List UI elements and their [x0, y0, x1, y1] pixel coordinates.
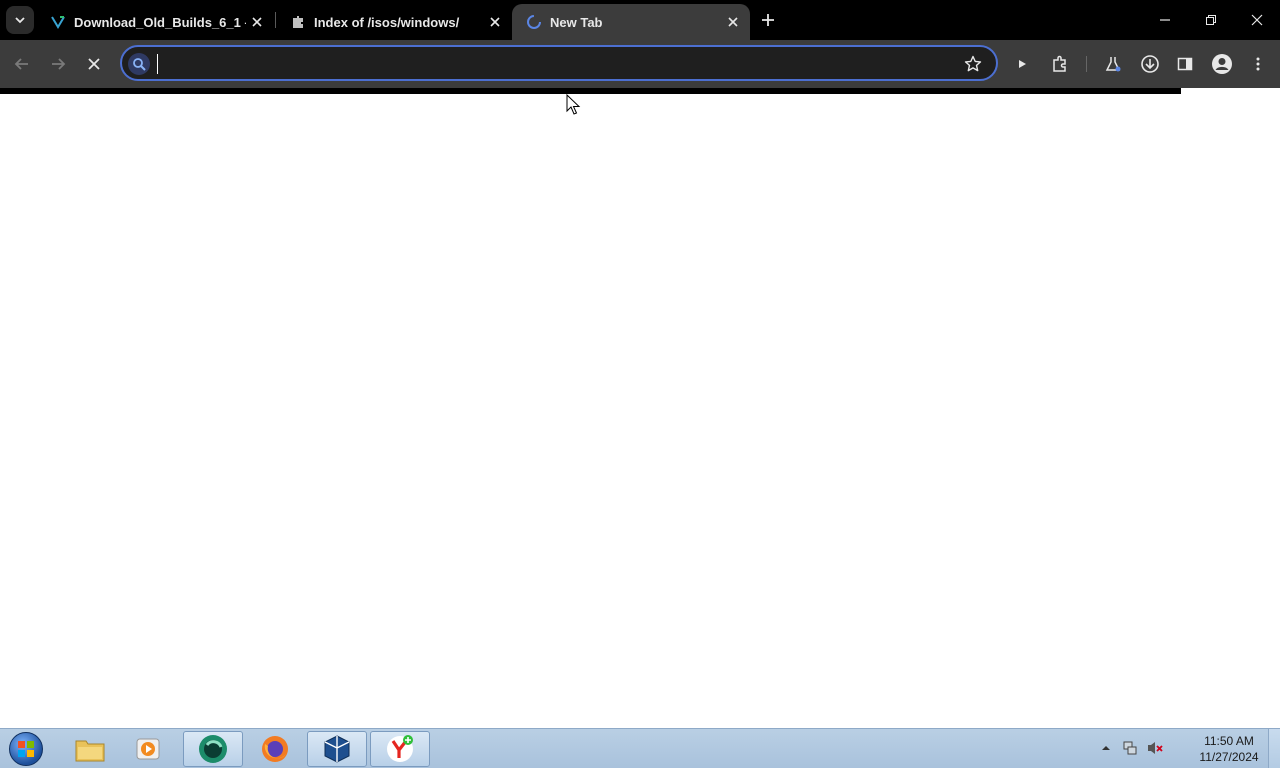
show-desktop-button[interactable]	[1268, 729, 1280, 768]
stop-icon	[88, 58, 100, 70]
tab-strip: Download_Old_Builds_6_1 – Or Index of /i…	[0, 0, 1280, 40]
minimize-icon	[1160, 19, 1170, 21]
side-panel-button[interactable]	[1171, 50, 1199, 78]
downloads-button[interactable]	[1136, 50, 1164, 78]
volume-muted-icon	[1148, 742, 1163, 754]
browser-toolbar	[0, 40, 1280, 88]
close-icon	[728, 17, 738, 27]
network-tray-button[interactable]	[1121, 737, 1139, 759]
tab-new-tab[interactable]: New Tab	[512, 4, 750, 40]
chrome-icon	[199, 735, 227, 763]
new-tab-button[interactable]	[756, 8, 780, 32]
virtualbox-icon	[324, 735, 350, 763]
search-icon	[128, 53, 150, 75]
bookmark-button[interactable]	[962, 53, 984, 75]
taskbar-chrome[interactable]	[183, 731, 243, 767]
stop-loading-button[interactable]	[80, 50, 108, 78]
address-input[interactable]	[156, 52, 946, 76]
browser-menu-button[interactable]	[1244, 50, 1272, 78]
play-icon	[1019, 60, 1026, 68]
windows-taskbar: 11:50 AM 11/27/2024	[0, 728, 1280, 768]
back-button[interactable]	[8, 50, 36, 78]
firefox-icon	[262, 736, 288, 762]
plus-icon	[762, 14, 774, 26]
clock-time: 11:50 AM	[1204, 734, 1254, 748]
puzzle-icon	[1053, 55, 1066, 72]
close-tab-button[interactable]	[722, 11, 744, 33]
taskbar-media-player[interactable]	[118, 731, 178, 767]
star-icon	[964, 55, 982, 72]
clock-date: 11/27/2024	[1199, 750, 1259, 764]
close-icon	[1251, 14, 1263, 26]
side-panel-icon	[1177, 57, 1193, 71]
show-hidden-icons-button[interactable]	[1097, 737, 1115, 759]
taskbar-firefox[interactable]	[245, 731, 305, 767]
tab-index-of-isos[interactable]: Index of /isos/windows/	[276, 4, 512, 40]
profile-icon	[1212, 54, 1232, 74]
close-icon	[252, 17, 262, 27]
restore-button[interactable]	[1188, 0, 1234, 40]
forward-button[interactable]	[44, 50, 72, 78]
tab-download-old-builds[interactable]: Download_Old_Builds_6_1 – Or	[36, 4, 274, 40]
media-player-icon	[136, 738, 160, 760]
vs-icon	[51, 16, 65, 29]
chevron-down-icon	[15, 17, 25, 24]
tab-title: New Tab	[550, 14, 603, 30]
labs-button[interactable]	[1099, 50, 1127, 78]
tab-title: Download_Old_Builds_6_1 – Or	[74, 14, 246, 30]
windows-logo-icon	[9, 732, 43, 766]
screen: Download_Old_Builds_6_1 – Or Index of /i…	[0, 0, 1280, 768]
toolbar-separator	[1086, 56, 1087, 72]
start-button[interactable]	[6, 731, 46, 767]
mouse-cursor-icon	[566, 94, 581, 115]
close-tab-button[interactable]	[246, 11, 268, 33]
close-window-button[interactable]	[1234, 0, 1280, 40]
profile-button[interactable]	[1208, 50, 1236, 78]
flask-icon	[1105, 57, 1121, 72]
taskbar-virtualbox[interactable]	[307, 731, 367, 767]
restore-icon	[1206, 15, 1216, 25]
taskbar-explorer[interactable]	[60, 731, 120, 767]
taskbar-yandex[interactable]	[370, 731, 430, 767]
chevron-up-icon	[1102, 746, 1110, 750]
puzzle-icon	[293, 16, 303, 28]
minimize-button[interactable]	[1142, 0, 1188, 40]
close-tab-button[interactable]	[484, 11, 506, 33]
volume-tray-button[interactable]	[1146, 737, 1164, 759]
system-clock[interactable]: 11:50 AM 11/27/2024	[1192, 733, 1266, 765]
tab-search-button[interactable]	[6, 6, 34, 34]
kebab-menu-icon	[1256, 57, 1260, 71]
forward-arrow-icon	[52, 58, 66, 70]
chrome-loading-icon	[527, 15, 541, 29]
network-icon	[1123, 741, 1137, 755]
tab-title: Index of /isos/windows/	[314, 14, 460, 30]
extensions-button[interactable]	[1046, 50, 1074, 78]
text-caret	[157, 54, 158, 74]
close-icon	[490, 17, 500, 27]
media-controls-button[interactable]	[1008, 50, 1036, 78]
yandex-icon	[387, 735, 413, 762]
address-bar[interactable]	[120, 45, 998, 81]
page-content-blank[interactable]	[0, 94, 1280, 728]
back-arrow-icon	[14, 58, 28, 70]
download-icon	[1141, 55, 1159, 73]
folder-icon	[75, 740, 105, 762]
